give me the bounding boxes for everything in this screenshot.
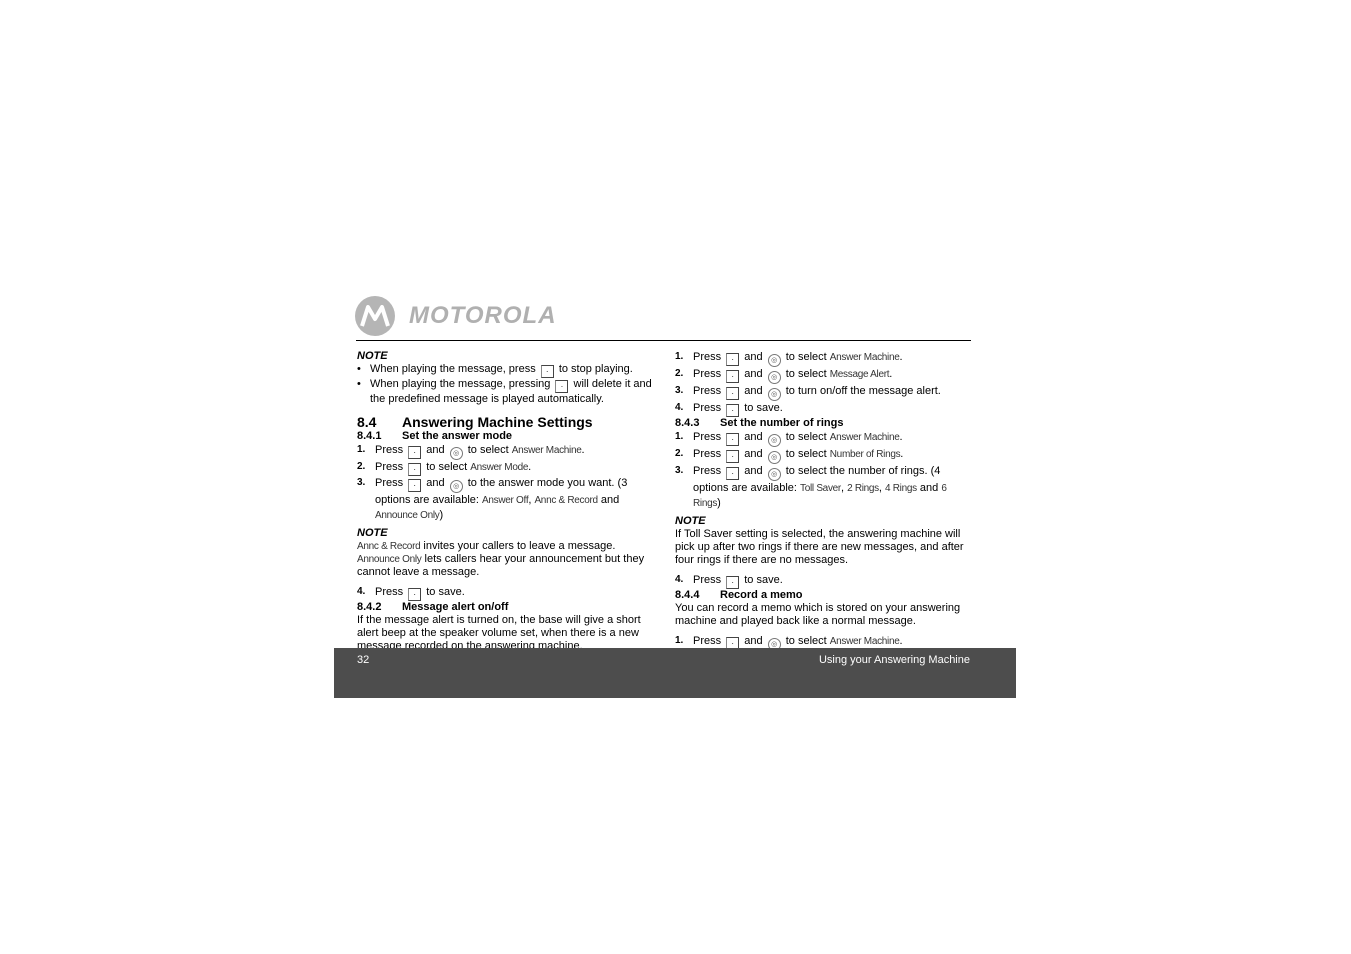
note-body: Annc & Record invites your callers to le… (357, 540, 645, 578)
softkey-icon: · (726, 576, 740, 589)
nav-key-icon: ◎ (449, 480, 463, 493)
note-title: NOTE (357, 350, 388, 362)
note-bullet: • When playing the message, press · to s… (357, 363, 633, 378)
nav-key-icon: ◎ (767, 434, 781, 447)
softkey-icon: · (726, 353, 740, 366)
nav-key-icon: ◎ (767, 451, 781, 464)
logo-wordmark: MOTOROLA (409, 302, 557, 329)
subsection-heading: 8.4.4 Record a memo (675, 589, 803, 601)
subsection-heading: 8.4.1 Set the answer mode (357, 430, 513, 442)
step: 2. Press · and ◎ to select Number of Ring… (675, 447, 975, 464)
paragraph: You can record a memo which is stored on… (675, 602, 961, 627)
softkey-icon: · (726, 433, 740, 446)
right-column: 1. Press · and ◎ to select Answer Machine… (675, 350, 975, 684)
step: 1. Press · and ◎ to select Answer Machine… (675, 350, 975, 367)
softkey-icon: · (726, 404, 740, 417)
softkey-icon: · (408, 479, 422, 492)
softkey-icon: · (726, 467, 740, 480)
step: 4. Press · to save. (675, 574, 783, 589)
softkey-icon: · (408, 588, 422, 601)
step: 4. Press · to save. (675, 402, 783, 417)
step: 1. Press · and ◎ to select Answer Machine… (357, 443, 657, 460)
page-footer: 32 Using your Answering Machine (334, 648, 1016, 698)
softkey-icon: · (726, 370, 740, 383)
note-title: NOTE (675, 515, 706, 527)
softkey-icon: · (408, 446, 422, 459)
softkey-icon: · (726, 387, 740, 400)
softkey-icon: · (408, 463, 422, 476)
step: 3. Press · and ◎ to select the number of … (675, 465, 947, 509)
softkey-icon: · (540, 365, 554, 378)
nav-key-icon: ◎ (767, 388, 781, 401)
nav-key-icon: ◎ (767, 371, 781, 384)
nav-key-icon: ◎ (767, 354, 781, 367)
note-body: If Toll Saver setting is selected, the a… (675, 528, 964, 566)
motorola-batwing-icon (355, 296, 395, 336)
note-title: NOTE (357, 527, 388, 539)
step: 3. Press · and ◎ to turn on/off the messa… (675, 384, 975, 401)
softkey-icon: · (726, 450, 740, 463)
section-heading: 8.4 Answering Machine Settings (357, 414, 593, 430)
step: 4. Press · to save. (357, 586, 465, 601)
step: 2. Press · to select Answer Mode. (357, 461, 532, 476)
footer-section-title: Using your Answering Machine (818, 654, 970, 666)
subsection-heading: 8.4.3 Set the number of rings (675, 417, 844, 429)
note-bullet: • When playing the message, pressing · w… (357, 378, 652, 405)
nav-key-icon: ◎ (767, 468, 781, 481)
softkey-icon: · (555, 380, 569, 393)
motorola-logo: MOTOROLA (355, 295, 557, 337)
page-number: 32 (357, 654, 370, 666)
subsection-heading: 8.4.2 Message alert on/off (357, 601, 509, 613)
step: 3. Press · and ◎ to the answer mode you w… (357, 477, 628, 521)
left-column: NOTE • When playing the message, press ·… (357, 350, 657, 653)
step: 1. Press · and ◎ to select Answer Machine… (675, 430, 975, 447)
nav-key-icon: ◎ (449, 447, 463, 460)
header-rule (356, 340, 971, 341)
step: 2. Press · and ◎ to select Message Alert. (675, 367, 975, 384)
